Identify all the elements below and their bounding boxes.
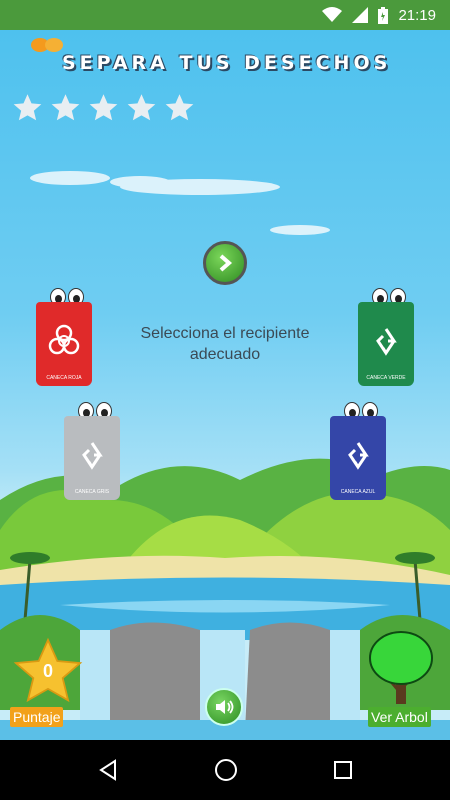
status-bar: 21:19 xyxy=(0,0,450,30)
chevron-right-icon xyxy=(219,254,233,272)
bin-body: CANECA AZUL xyxy=(330,416,386,500)
star-icon xyxy=(165,94,194,121)
signal-icon xyxy=(352,7,369,23)
bin-body: CANECA GRIS xyxy=(64,416,120,500)
bin-label: CANECA VERDE xyxy=(366,375,406,381)
star-icon xyxy=(127,94,156,121)
bin-label: CANECA AZUL xyxy=(340,489,376,495)
battery-icon xyxy=(378,6,389,24)
score-value: 0 xyxy=(42,661,53,681)
game-title: SEPARA TUS DESECHOS xyxy=(62,52,392,74)
view-tree-button[interactable]: Ver Arbol xyxy=(368,707,431,727)
bin-label: CANECA GRIS xyxy=(74,489,110,495)
bin-body: CANECA ROJA xyxy=(36,302,92,386)
recents-icon[interactable] xyxy=(333,760,353,780)
next-button[interactable] xyxy=(203,241,247,285)
rating-stars xyxy=(12,93,195,124)
biohazard-icon xyxy=(48,324,80,355)
status-time: 21:19 xyxy=(398,6,436,24)
speaker-icon xyxy=(216,700,234,714)
recycle-icon xyxy=(82,442,103,470)
star-icon xyxy=(89,94,118,121)
butterfly-icon xyxy=(31,38,63,52)
sound-button[interactable] xyxy=(205,688,243,726)
navigation-bar xyxy=(0,740,450,800)
score-button[interactable]: Puntaje xyxy=(10,707,64,727)
bin-body: CANECA VERDE xyxy=(358,302,414,386)
wifi-icon xyxy=(322,7,343,22)
recycle-icon xyxy=(376,328,397,356)
bin-label: CANECA ROJA xyxy=(46,375,82,381)
recycle-icon xyxy=(348,442,369,470)
game-area: SEPARA TUS DESECHOS Selecciona el recipi… xyxy=(0,30,450,740)
instruction-text: Selecciona el recipiente adecuado xyxy=(140,325,310,363)
home-icon[interactable] xyxy=(214,758,238,782)
star-icon xyxy=(51,94,80,121)
star-icon xyxy=(13,94,42,121)
back-icon[interactable] xyxy=(97,759,119,781)
tree-icon[interactable] xyxy=(368,630,434,706)
